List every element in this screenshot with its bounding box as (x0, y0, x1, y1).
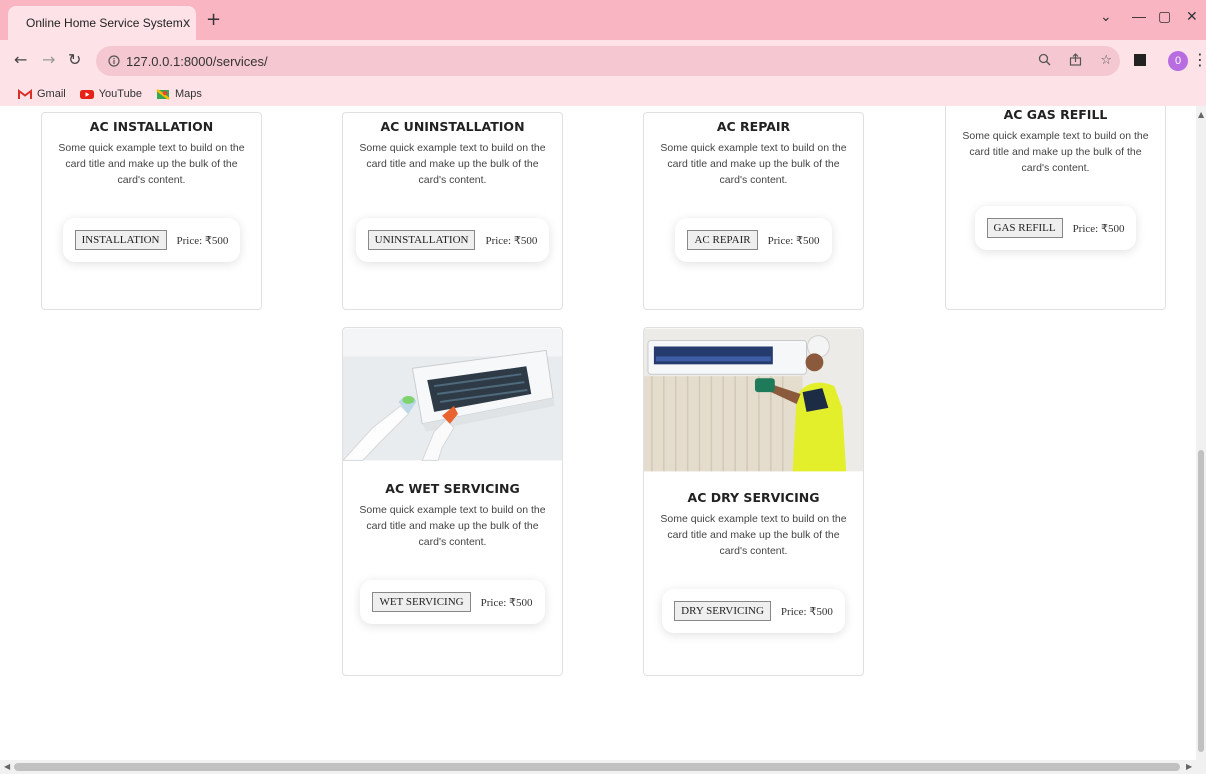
url-text: 127.0.0.1:8000/services/ (126, 53, 268, 69)
price-label: Price: ₹500 (780, 605, 833, 618)
youtube-icon (79, 89, 94, 99)
new-tab-button[interactable]: + (206, 10, 221, 30)
ac-dry-servicing-image (644, 328, 863, 472)
service-card: AC WET SERVICING Some quick example text… (342, 327, 563, 676)
installation-button[interactable]: INSTALLATION (74, 230, 167, 250)
service-card: AC INSTALLATION Some quick example text … (41, 112, 262, 310)
forward-icon[interactable]: → (42, 50, 55, 69)
price-label: Price: ₹500 (1072, 222, 1125, 235)
share-icon[interactable] (1069, 53, 1082, 66)
card-title: AC GAS REFILL (1003, 107, 1108, 122)
avatar[interactable]: 0 (1168, 51, 1188, 71)
card-text: Some quick example text to build on the … (359, 504, 546, 548)
bookmark-label: Gmail (37, 88, 66, 100)
menu-icon[interactable]: ⋮ (1192, 50, 1206, 69)
price-label: Price: ₹500 (176, 234, 229, 247)
bookmark-label: Maps (174, 88, 202, 100)
card-text: Some quick example text to build on the … (58, 142, 245, 186)
ac-wet-servicing-image (343, 328, 562, 461)
price-box: WET SERVICING Price: ₹500 (360, 580, 545, 624)
toolbar: ← → ↻ 127.0.0.1:8000/services/ ☆ (0, 40, 1206, 82)
price-box: INSTALLATION Price: ₹500 (62, 218, 241, 262)
bookmark-gmail[interactable]: Gmail (18, 88, 66, 100)
service-card: AC REPAIR Some quick example text to bui… (643, 112, 864, 310)
card-text: Some quick example text to build on the … (660, 142, 847, 186)
bookmark-label: YouTube (98, 88, 142, 100)
price-box: DRY SERVICING Price: ₹500 (662, 589, 845, 633)
wet-servicing-button[interactable]: WET SERVICING (372, 592, 471, 612)
tab-strip: Online Home Service System x + ⌄ — ▢ ✕ (0, 0, 1206, 40)
gas-refill-button[interactable]: GAS REFILL (986, 218, 1063, 238)
scroll-right-icon[interactable]: ▶ (1186, 762, 1192, 771)
minimize-icon[interactable]: — (1132, 8, 1146, 24)
bookmarks-bar: Gmail YouTube Maps (0, 82, 1206, 106)
card-text: Some quick example text to build on the … (359, 142, 546, 186)
restore-icon[interactable]: ▢ (1158, 8, 1171, 25)
price-box: UNINSTALLATION Price: ₹500 (355, 218, 550, 262)
price-label: Price: ₹500 (480, 596, 533, 609)
price-box: GAS REFILL Price: ₹500 (974, 206, 1137, 250)
browser-window: Online Home Service System x + ⌄ — ▢ ✕ ←… (0, 0, 1206, 774)
extension-icon[interactable] (1134, 54, 1146, 66)
tab-close-icon[interactable]: x (183, 16, 191, 31)
zoom-icon[interactable] (1038, 53, 1051, 66)
card-title: AC WET SERVICING (385, 481, 520, 496)
price-label: Price: ₹500 (767, 234, 820, 247)
card-text: Some quick example text to build on the … (660, 513, 847, 557)
info-icon[interactable] (108, 55, 120, 67)
vertical-scroll-thumb[interactable] (1198, 450, 1204, 752)
active-tab[interactable]: Online Home Service System x (8, 6, 196, 40)
tab-title: Online Home Service System (26, 16, 183, 30)
scroll-up-icon[interactable]: ▲ (1198, 110, 1204, 119)
uninstallation-button[interactable]: UNINSTALLATION (367, 230, 476, 250)
card-title: AC UNINSTALLATION (380, 119, 525, 134)
card-title: AC INSTALLATION (89, 119, 214, 134)
horizontal-scroll-thumb[interactable] (14, 763, 1180, 771)
bookmark-maps[interactable]: Maps (156, 88, 202, 100)
scroll-left-icon[interactable]: ◀ (4, 762, 10, 771)
star-icon[interactable]: ☆ (1100, 53, 1112, 68)
gmail-icon (18, 88, 32, 99)
price-box: AC REPAIR Price: ₹500 (675, 218, 832, 262)
bookmark-youtube[interactable]: YouTube (79, 88, 142, 100)
service-card: AC DRY SERVICING Some quick example text… (643, 327, 864, 676)
service-card: AC GAS REFILL Some quick example text to… (945, 106, 1166, 310)
page-content: AC INSTALLATION Some quick example text … (0, 106, 1196, 760)
maps-icon (156, 88, 170, 100)
ac-repair-button[interactable]: AC REPAIR (687, 230, 758, 250)
tab-search-icon[interactable]: ⌄ (1100, 8, 1112, 25)
dry-servicing-button[interactable]: DRY SERVICING (674, 601, 771, 621)
back-icon[interactable]: ← (14, 50, 27, 69)
service-card: AC UNINSTALLATION Some quick example tex… (342, 112, 563, 310)
window-close-icon[interactable]: ✕ (1186, 8, 1198, 25)
price-label: Price: ₹500 (485, 234, 538, 247)
reload-icon[interactable]: ↻ (68, 50, 81, 69)
card-title: AC DRY SERVICING (687, 490, 820, 505)
card-title: AC REPAIR (716, 119, 791, 134)
address-bar[interactable]: 127.0.0.1:8000/services/ ☆ (96, 46, 1120, 76)
card-text: Some quick example text to build on the … (962, 130, 1149, 174)
